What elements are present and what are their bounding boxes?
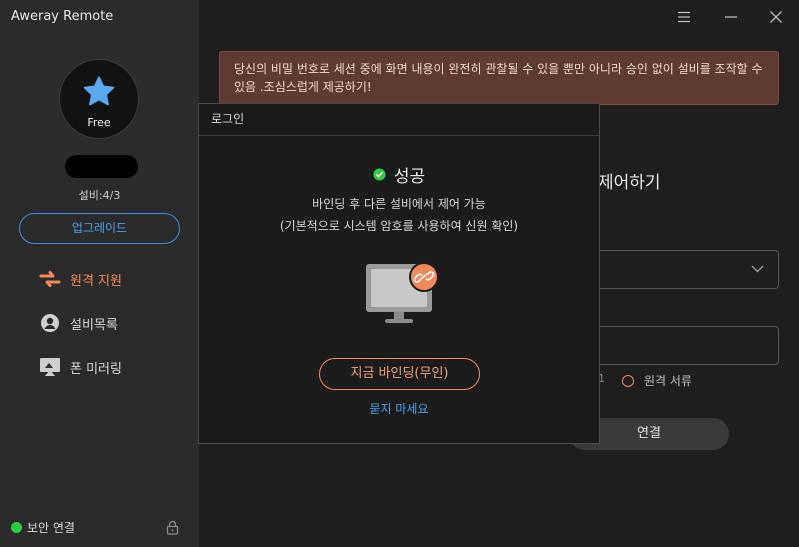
dialog-title: 로그인	[199, 104, 599, 136]
sidebar: Aweray Remote Free 설비:4/3 업그레이드 원격 지원 설비…	[0, 0, 199, 547]
sidebar-item-phone-mirroring[interactable]: 폰 미러링	[39, 355, 122, 379]
app-window: Aweray Remote Free 설비:4/3 업그레이드 원격 지원 설비…	[0, 0, 799, 547]
dont-ask-link[interactable]: 묻지 마세요	[199, 400, 599, 417]
sidebar-item-device-list[interactable]: 설비목록	[39, 311, 118, 335]
upgrade-button[interactable]: 업그레이드	[19, 213, 180, 244]
sidebar-item-label: 폰 미러링	[70, 361, 122, 377]
remote-file-radio[interactable]: 원격 서류	[622, 372, 692, 389]
radio-circle-icon	[622, 374, 634, 387]
sidebar-item-label: 원격 지원	[70, 273, 122, 289]
app-title: Aweray Remote	[11, 9, 114, 24]
remote-support-icon	[39, 269, 61, 289]
security-warning-banner: 당신의 비밀 번호로 세션 중에 화면 내용이 완전히 관찰될 수 있을 뿐만 …	[219, 51, 779, 105]
bind-description: 바인딩 후 다른 설비에서 제어 가능	[312, 197, 486, 211]
monitor-link-icon	[366, 262, 439, 323]
username-redacted	[65, 155, 138, 178]
success-message: 성공	[199, 162, 599, 187]
control-heading: 제어하기	[598, 173, 661, 193]
lock-icon[interactable]	[166, 520, 179, 535]
secure-label: 보안 연결	[27, 521, 75, 535]
bind-note: (기본적으로 시스템 암호를 사용하여 신원 확인)	[279, 219, 519, 233]
radio-label: 원격 서류	[644, 374, 692, 388]
device-count: 설비:4/3	[78, 189, 121, 202]
close-icon[interactable]	[767, 8, 785, 26]
sidebar-item-label: 설비목록	[70, 317, 118, 333]
device-id-select[interactable]	[598, 250, 779, 289]
check-circle-icon	[373, 168, 386, 181]
sidebar-item-remote-support[interactable]: 원격 지원	[39, 267, 122, 291]
login-dialog: 로그인 성공 바인딩 후 다른 설비에서 제어 가능 (기본적으로 시스템 암호…	[198, 103, 600, 444]
star-icon	[83, 76, 115, 106]
bind-now-button[interactable]: 지금 바인딩(무인)	[319, 358, 480, 390]
phone-mirroring-icon	[39, 357, 61, 377]
success-label: 성공	[393, 167, 426, 187]
device-list-icon	[39, 313, 61, 333]
plan-label: Free	[87, 116, 111, 129]
avatar[interactable]: Free	[59, 59, 139, 139]
minimize-icon[interactable]	[722, 8, 740, 26]
menu-icon[interactable]	[675, 8, 693, 26]
secure-connection-status: 보안 연결	[11, 519, 75, 536]
password-input[interactable]	[598, 326, 779, 365]
status-dot-icon	[11, 522, 22, 533]
chevron-down-icon	[751, 265, 764, 273]
